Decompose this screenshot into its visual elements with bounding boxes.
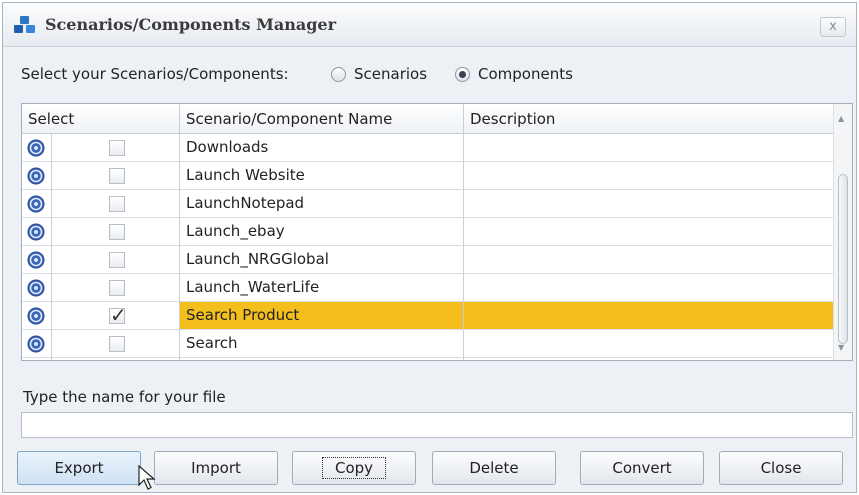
radio-components[interactable]: Components	[455, 65, 573, 83]
table-row[interactable]: Launch Website	[22, 162, 834, 190]
name-cell[interactable]: Launch_NRGGlobal	[180, 246, 463, 273]
component-icon	[27, 223, 45, 241]
scenarios-components-manager-window: Scenarios/Components Manager x Select yo…	[2, 2, 857, 493]
component-name: Downloads	[186, 138, 269, 156]
component-icon	[27, 139, 45, 157]
component-name: Launch_NRGGlobal	[186, 250, 329, 268]
description-cell[interactable]	[464, 274, 834, 301]
table-row[interactable]: Launch_WaterLife	[22, 274, 834, 302]
component-name: Launch Website	[186, 166, 305, 184]
scroll-thumb[interactable]	[838, 174, 848, 344]
description-cell[interactable]	[464, 302, 834, 329]
component-name: Launch_WaterLife	[186, 278, 320, 296]
row-select-checkbox[interactable]	[109, 336, 125, 352]
row-select-checkbox[interactable]	[109, 168, 125, 184]
window-title: Scenarios/Components Manager	[45, 15, 336, 34]
description-cell[interactable]	[464, 330, 834, 357]
radio-scenarios-label: Scenarios	[354, 65, 428, 83]
component-name: Launch_ebay	[186, 222, 285, 240]
name-cell[interactable]: Launch Website	[180, 162, 463, 189]
radio-scenarios-button[interactable]	[331, 66, 346, 82]
mouse-pointer-icon	[138, 465, 156, 490]
name-cell[interactable]: Downloads	[180, 134, 463, 161]
copy-button[interactable]: Copy	[292, 451, 416, 485]
close-window-button[interactable]: x	[820, 17, 846, 37]
component-icon	[27, 307, 45, 325]
table-row[interactable]: Downloads	[22, 134, 834, 162]
table-header: Select Scenario/Component Name Descripti…	[22, 104, 834, 134]
radio-components-button[interactable]	[455, 66, 470, 82]
component-name: LaunchNotepad	[186, 194, 305, 212]
row-select-checkbox[interactable]	[109, 224, 125, 240]
name-cell[interactable]: Launch_ebay	[180, 218, 463, 245]
app-cubes-icon	[14, 16, 35, 33]
component-icon	[27, 167, 45, 185]
import-button[interactable]: Import	[154, 451, 278, 485]
table-row[interactable]: Search Product	[22, 302, 834, 330]
header-select[interactable]: Select	[28, 110, 74, 128]
export-button[interactable]: Export	[17, 451, 141, 485]
scroll-down-icon[interactable]: ▼	[838, 343, 844, 352]
description-cell[interactable]	[464, 218, 834, 245]
component-icon	[27, 251, 45, 269]
description-cell[interactable]	[464, 134, 834, 161]
scroll-up-icon[interactable]: ▲	[838, 114, 844, 123]
row-select-checkbox[interactable]	[109, 280, 125, 296]
component-name: Search Product	[186, 306, 300, 324]
row-select-checkbox[interactable]	[109, 140, 125, 156]
component-name: Search	[186, 334, 238, 352]
convert-button[interactable]: Convert	[580, 451, 704, 485]
radio-scenarios[interactable]: Scenarios	[331, 65, 427, 83]
description-cell[interactable]	[464, 246, 834, 273]
select-type-label: Select your Scenarios/Components:	[21, 65, 289, 83]
header-name[interactable]: Scenario/Component Name	[186, 110, 392, 128]
row-select-checkbox[interactable]	[109, 252, 125, 268]
delete-button[interactable]: Delete	[432, 451, 556, 485]
close-button[interactable]: Close	[719, 451, 843, 485]
table-row[interactable]: LaunchNotepad	[22, 190, 834, 218]
component-icon	[27, 195, 45, 213]
file-name-label: Type the name for your file	[23, 388, 226, 406]
title-bar[interactable]: Scenarios/Components Manager x	[3, 3, 856, 47]
radio-components-label: Components	[478, 65, 573, 83]
component-icon	[27, 335, 45, 353]
row-select-checkbox[interactable]	[109, 196, 125, 212]
description-cell[interactable]	[464, 162, 834, 189]
name-cell[interactable]: Search Product	[180, 302, 463, 329]
name-cell[interactable]: Search	[180, 330, 463, 357]
table-row[interactable]: Launch_NRGGlobal	[22, 246, 834, 274]
name-cell[interactable]: Launch_WaterLife	[180, 274, 463, 301]
table-row[interactable]: Launch_ebay	[22, 218, 834, 246]
header-description[interactable]: Description	[470, 110, 555, 128]
component-icon	[27, 279, 45, 297]
file-name-input[interactable]	[21, 412, 853, 438]
name-cell[interactable]: LaunchNotepad	[180, 190, 463, 217]
components-table: Select Scenario/Component Name Descripti…	[21, 103, 853, 361]
vertical-scrollbar[interactable]: ▲ ▼	[833, 104, 852, 360]
description-cell[interactable]	[464, 190, 834, 217]
row-select-checkbox[interactable]	[109, 303, 127, 327]
table-row[interactable]: Search	[22, 330, 834, 358]
